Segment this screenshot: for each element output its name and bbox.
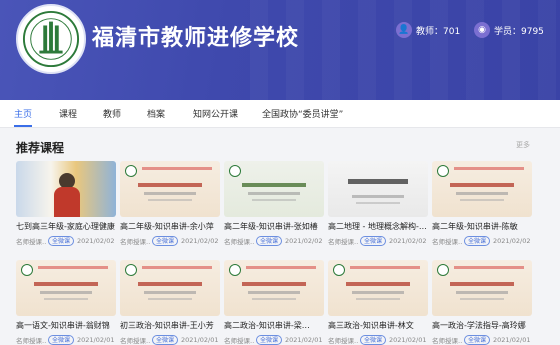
course-title[interactable]: 高一政治-学法指导-高玲娜 [432, 320, 532, 331]
course-tag: 全微课 [360, 236, 387, 246]
course-thumbnail[interactable] [16, 260, 116, 316]
school-emblem-icon [22, 10, 80, 68]
course-title[interactable]: 高二政治-知识串讲-梁… [224, 320, 324, 331]
course-meta: 名师授课… 全微课 2021/02/01 [432, 335, 536, 345]
course-date: 2021/02/01 [389, 336, 427, 344]
course-author: 名师授课… [16, 337, 46, 345]
course-thumbnail[interactable] [328, 260, 428, 316]
teacher-count-label: 教师：701 [416, 26, 461, 37]
course-tag: 全微课 [48, 335, 75, 345]
course-title[interactable]: 高二地理 - 地理概念解构-… [328, 221, 428, 232]
course-date: 2021/02/02 [77, 237, 115, 245]
course-card[interactable]: 高二年级-知识串讲-陈敏 名师授课… 全微课 2021/02/02 [432, 161, 532, 251]
course-author: 名师授课… [328, 238, 358, 246]
course-title[interactable]: 高一语文-知识串讲-翁财锦 [16, 320, 116, 331]
course-tag: 全微课 [48, 236, 75, 246]
course-tag: 全微课 [464, 236, 491, 246]
course-tag: 全微课 [152, 335, 179, 345]
course-date: 2021/02/01 [285, 336, 323, 344]
course-meta: 名师授课… 全微课 2021/02/01 [120, 335, 224, 345]
course-author: 名师授课… [432, 238, 462, 246]
course-card[interactable]: 高一政治-学法指导-高玲娜 名师授课… 全微课 2021/02/01 [432, 260, 532, 345]
course-card[interactable]: 高三政治-知识串讲-林文 名师授课… 全微课 2021/02/01 [328, 260, 428, 345]
course-tag: 全微课 [152, 236, 179, 246]
course-title[interactable]: 初三政治-知识串讲-王小芳 [120, 320, 220, 331]
course-meta: 名师授课… 全微课 2021/02/01 [224, 335, 328, 345]
course-card[interactable]: 高二政治-知识串讲-梁… 名师授课… 全微课 2021/02/01 [224, 260, 324, 345]
course-date: 2021/02/02 [181, 237, 219, 245]
nav-active-indicator [14, 125, 32, 127]
course-thumbnail[interactable] [224, 260, 324, 316]
course-title[interactable]: 高二年级-知识串讲-张如椿 [224, 221, 324, 232]
nav-cnki-open-class[interactable]: 知网公开课 [193, 107, 238, 120]
course-date: 2021/02/02 [285, 237, 323, 245]
section-title: 推荐课程 [16, 141, 65, 155]
nav-teachers[interactable]: 教师 [103, 107, 121, 120]
course-title[interactable]: 高二年级-知识串讲-陈敏 [432, 221, 532, 232]
course-author: 名师授课… [224, 238, 254, 246]
course-meta: 名师授课… 全微课 2021/02/02 [120, 236, 224, 246]
course-tag: 全微课 [464, 335, 491, 345]
course-meta: 名师授课… 全微课 2021/02/02 [16, 236, 120, 246]
course-card[interactable]: 高二地理 - 地理概念解构-… 名师授课… 全微课 2021/02/02 [328, 161, 428, 251]
course-thumbnail[interactable] [120, 260, 220, 316]
course-title[interactable]: 七到高三年级-家庭心理健康 [16, 221, 116, 232]
course-thumbnail[interactable] [432, 161, 532, 217]
student-count-label: 学员：9795 [494, 26, 544, 37]
teacher-icon: 👤 [396, 22, 412, 38]
course-author: 名师授课… [328, 337, 358, 345]
course-meta: 名师授课… 全微课 2021/02/01 [328, 335, 432, 345]
main-nav: 主页 课程 教师 档案 知网公开课 全国政协“委员讲堂” [0, 100, 560, 128]
course-tag: 全微课 [256, 236, 283, 246]
course-thumbnail[interactable] [16, 161, 116, 217]
course-thumbnail[interactable] [224, 161, 324, 217]
course-date: 2021/02/01 [181, 336, 219, 344]
header-banner: 福清市教师进修学校 👤 教师：701 ◉ 学员：9795 [0, 0, 560, 100]
course-title[interactable]: 高三政治-知识串讲-林文 [328, 320, 428, 331]
course-card[interactable]: 高二年级-知识串讲-张如椿 名师授课… 全微课 2021/02/02 [224, 161, 324, 251]
course-title[interactable]: 高二年级-知识串讲-余小萍 [120, 221, 220, 232]
course-author: 名师授课… [224, 337, 254, 345]
course-author: 名师授课… [432, 337, 462, 345]
school-logo[interactable] [16, 4, 86, 74]
course-meta: 名师授课… 全微课 2021/02/02 [224, 236, 328, 246]
course-date: 2021/02/01 [77, 336, 115, 344]
more-link[interactable]: 更多 [516, 140, 530, 150]
course-card[interactable]: 七到高三年级-家庭心理健康 名师授课… 全微课 2021/02/02 [16, 161, 116, 251]
teacher-count: 👤 教师：701 [396, 22, 460, 38]
course-meta: 名师授课… 全微课 2021/02/02 [432, 236, 536, 246]
course-thumbnail[interactable] [328, 161, 428, 217]
site-title: 福清市教师进修学校 [92, 26, 300, 51]
course-tag: 全微课 [256, 335, 283, 345]
nav-archive[interactable]: 档案 [147, 107, 165, 120]
course-meta: 名师授课… 全微课 2021/02/01 [16, 335, 120, 345]
course-thumbnail[interactable] [432, 260, 532, 316]
course-author: 名师授课… [120, 337, 150, 345]
student-count: ◉ 学员：9795 [474, 22, 544, 38]
course-author: 名师授课… [120, 238, 150, 246]
course-card[interactable]: 高二年级-知识串讲-余小萍 名师授课… 全微课 2021/02/02 [120, 161, 220, 251]
course-card[interactable]: 初三政治-知识串讲-王小芳 名师授课… 全微课 2021/02/01 [120, 260, 220, 345]
student-icon: ◉ [474, 22, 490, 38]
course-author: 名师授课… [16, 238, 46, 246]
course-meta: 名师授课… 全微课 2021/02/02 [328, 236, 432, 246]
course-date: 2021/02/02 [389, 237, 427, 245]
nav-home[interactable]: 主页 [14, 107, 32, 120]
course-date: 2021/02/01 [493, 336, 531, 344]
course-card[interactable]: 高一语文-知识串讲-翁财锦 名师授课… 全微课 2021/02/01 [16, 260, 116, 345]
nav-cppcc-lecture[interactable]: 全国政协“委员讲堂” [262, 107, 343, 120]
nav-courses[interactable]: 课程 [59, 107, 77, 120]
course-date: 2021/02/02 [493, 237, 531, 245]
course-thumbnail[interactable] [120, 161, 220, 217]
course-tag: 全微课 [360, 335, 387, 345]
